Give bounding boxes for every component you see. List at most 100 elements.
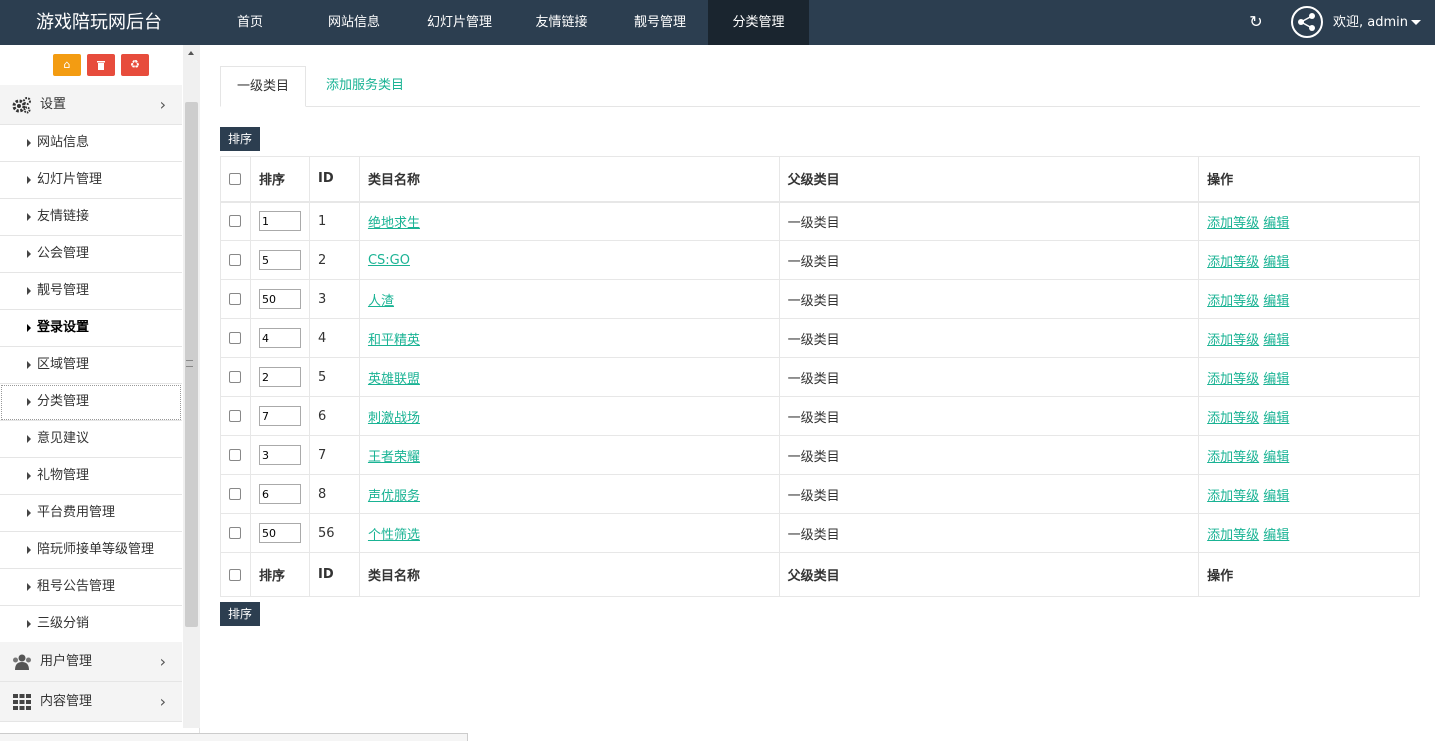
recycle-icon[interactable]: ♻ xyxy=(121,54,149,76)
category-name-link[interactable]: 个性筛选 xyxy=(368,528,420,543)
topnav-home[interactable]: 首页 xyxy=(200,0,300,45)
edit-link[interactable]: 编辑 xyxy=(1263,372,1289,387)
sort-order-input[interactable] xyxy=(258,484,301,504)
add-level-link[interactable]: 添加等级 xyxy=(1207,411,1259,426)
add-level-link[interactable]: 添加等级 xyxy=(1207,450,1259,465)
topnav-site-info[interactable]: 网站信息 xyxy=(300,0,408,45)
row-id: 4 xyxy=(308,318,360,358)
category-name-link[interactable]: 人渣 xyxy=(368,294,394,309)
sort-order-input[interactable] xyxy=(258,445,301,465)
row-checkbox[interactable] xyxy=(229,410,241,422)
row-checkbox[interactable] xyxy=(229,332,241,344)
add-level-link[interactable]: 添加等级 xyxy=(1207,528,1259,543)
edit-link[interactable]: 编辑 xyxy=(1263,216,1289,231)
sort-order-input[interactable] xyxy=(258,523,301,543)
category-name-link[interactable]: 声优服务 xyxy=(368,489,420,504)
tab-first-level-categories[interactable]: 一级类目 xyxy=(220,66,307,107)
caret-right-icon xyxy=(27,287,31,295)
add-level-link[interactable]: 添加等级 xyxy=(1207,489,1259,504)
edit-link[interactable]: 编辑 xyxy=(1263,450,1289,465)
category-name-link[interactable]: 和平精英 xyxy=(368,333,420,348)
sidebar-item-rental-notices[interactable]: 租号公告管理 xyxy=(0,569,182,606)
row-checkbox[interactable] xyxy=(229,254,241,266)
category-name-link[interactable]: 英雄联盟 xyxy=(368,372,420,387)
sidebar-item-feedback[interactable]: 意见建议 xyxy=(0,421,182,458)
sidebar-item-distribution[interactable]: 三级分销 xyxy=(0,606,182,643)
sidebar-menu: 网站信息 幻灯片管理 友情链接 公会管理 靓号管理 登录设置 区域管理 分类管理… xyxy=(0,125,182,643)
category-name-link[interactable]: 绝地求生 xyxy=(368,216,420,231)
edit-link[interactable]: 编辑 xyxy=(1263,528,1289,543)
sidebar-group-settings[interactable]: 设置 › xyxy=(0,85,182,125)
row-checkbox[interactable] xyxy=(229,293,241,305)
sidebar-item-links[interactable]: 友情链接 xyxy=(0,199,182,236)
sort-order-input[interactable] xyxy=(258,406,301,426)
row-id: 56 xyxy=(308,513,360,553)
category-name-link[interactable]: 刺激战场 xyxy=(368,411,420,426)
sidebar-item-slides[interactable]: 幻灯片管理 xyxy=(0,162,182,199)
add-level-link[interactable]: 添加等级 xyxy=(1207,255,1259,270)
edit-link[interactable]: 编辑 xyxy=(1263,255,1289,270)
row-id: 3 xyxy=(308,279,360,319)
sort-order-input[interactable] xyxy=(258,367,301,387)
trash-icon[interactable] xyxy=(87,54,115,76)
scroll-up-icon[interactable] xyxy=(188,51,194,55)
add-level-link[interactable]: 添加等级 xyxy=(1207,372,1259,387)
app-title[interactable]: 游戏陪玩网后台 xyxy=(36,0,162,45)
select-all-checkbox[interactable] xyxy=(229,568,241,581)
row-checkbox[interactable] xyxy=(229,371,241,383)
topnav-pretty-numbers[interactable]: 靓号管理 xyxy=(612,0,708,45)
select-all-checkbox[interactable] xyxy=(229,172,241,185)
row-sort-cell xyxy=(249,240,310,280)
welcome-text: 欢迎, admin xyxy=(1333,15,1408,30)
sort-button-bottom[interactable]: 排序 xyxy=(220,602,261,626)
category-name-link[interactable]: CS:GO xyxy=(368,253,410,268)
sort-button-top[interactable]: 排序 xyxy=(220,127,261,151)
refresh-icon[interactable]: ↻ xyxy=(1247,13,1265,31)
sidebar-item-companion-levels[interactable]: 陪玩师接单等级管理 xyxy=(0,532,182,569)
row-checkbox[interactable] xyxy=(229,488,241,500)
avatar[interactable] xyxy=(1291,6,1323,38)
edit-link[interactable]: 编辑 xyxy=(1263,333,1289,348)
row-checkbox[interactable] xyxy=(229,527,241,539)
row-select-cell xyxy=(220,357,251,397)
row-checkbox[interactable] xyxy=(229,215,241,228)
caret-right-icon xyxy=(27,361,31,369)
row-checkbox[interactable] xyxy=(229,449,241,461)
sidebar-item-login-settings[interactable]: 登录设置 xyxy=(0,310,182,347)
category-name-link[interactable]: 王者荣耀 xyxy=(368,450,420,465)
sidebar-scrollbar[interactable] xyxy=(183,45,200,728)
sort-order-input[interactable] xyxy=(258,250,301,270)
sidebar-item-platform-fees[interactable]: 平台费用管理 xyxy=(0,495,182,532)
add-level-link[interactable]: 添加等级 xyxy=(1207,333,1259,348)
chevron-right-icon: › xyxy=(159,652,166,671)
table-row: 8 声优服务 一级类目添加等级 编辑 xyxy=(220,474,1420,514)
home-icon[interactable]: ⌂ xyxy=(53,54,81,76)
sidebar-item-label: 意见建议 xyxy=(37,431,90,446)
row-select-cell xyxy=(220,201,251,241)
tab-add-service-category[interactable]: 添加服务类目 xyxy=(310,66,420,107)
edit-link[interactable]: 编辑 xyxy=(1263,411,1289,426)
row-sort-cell xyxy=(249,201,310,241)
sort-order-input[interactable] xyxy=(258,328,301,348)
sidebar-item-guilds[interactable]: 公会管理 xyxy=(0,236,182,273)
topnav-slides[interactable]: 幻灯片管理 xyxy=(408,0,511,45)
add-level-link[interactable]: 添加等级 xyxy=(1207,294,1259,309)
sidebar-item-pretty-numbers[interactable]: 靓号管理 xyxy=(0,273,182,310)
tab-bar: 一级类目 添加服务类目 xyxy=(220,66,1420,107)
sidebar-item-gifts[interactable]: 礼物管理 xyxy=(0,458,182,495)
table-row: 1 绝地求生 一级类目添加等级 编辑 xyxy=(220,201,1420,241)
sidebar-group-content[interactable]: 内容管理 › xyxy=(0,682,182,722)
add-level-link[interactable]: 添加等级 xyxy=(1207,216,1259,231)
edit-link[interactable]: 编辑 xyxy=(1263,489,1289,504)
caret-right-icon xyxy=(27,583,31,591)
sidebar-item-categories[interactable]: 分类管理 xyxy=(0,384,182,421)
sort-order-input[interactable] xyxy=(258,211,301,232)
sort-order-input[interactable] xyxy=(258,289,301,309)
sidebar-item-site-info[interactable]: 网站信息 xyxy=(0,125,182,162)
topnav-categories[interactable]: 分类管理 xyxy=(708,0,809,45)
sidebar-group-users[interactable]: 用户管理 › xyxy=(0,642,182,682)
topnav-links[interactable]: 友情链接 xyxy=(511,0,612,45)
sidebar-item-regions[interactable]: 区域管理 xyxy=(0,347,182,384)
edit-link[interactable]: 编辑 xyxy=(1263,294,1289,309)
user-menu[interactable]: 欢迎, admin xyxy=(1333,0,1421,45)
